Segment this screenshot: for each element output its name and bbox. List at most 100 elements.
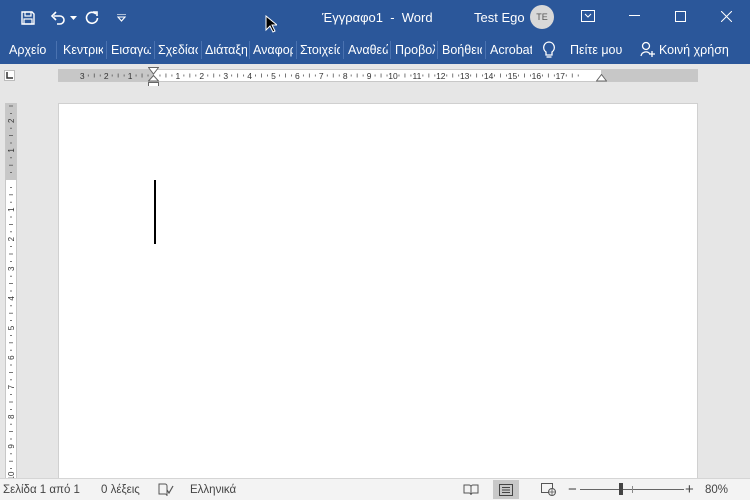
ruler-label: 13: [460, 71, 470, 81]
print-layout-icon: [499, 483, 513, 496]
window-title: Έγγραφο1 - Word: [322, 10, 433, 25]
word-count[interactable]: 0 λέξεις: [101, 484, 140, 496]
ruler-label: 1: [128, 71, 133, 81]
share-button[interactable]: Κοινή χρήση: [659, 43, 729, 57]
zoom-slider-center-mark: [632, 486, 633, 493]
document-page[interactable]: [58, 103, 698, 478]
tab-mailings[interactable]: Στοιχεία: [300, 43, 340, 57]
mouse-pointer-icon: [265, 15, 277, 33]
tab-separator: [437, 41, 438, 59]
ruler-label: 8: [7, 414, 16, 419]
read-mode-button[interactable]: [458, 480, 484, 499]
ruler-label: 17: [556, 71, 566, 81]
ruler-label: 15: [508, 71, 518, 81]
save-icon: [21, 11, 35, 25]
tell-me-search[interactable]: Πείτε μου: [570, 43, 622, 57]
ruler-label: 11: [412, 71, 421, 81]
tab-layout[interactable]: Διάταξη: [205, 43, 247, 57]
ruler-label: 4: [247, 71, 252, 81]
ruler-label: 6: [7, 355, 16, 360]
right-indent-marker[interactable]: [596, 74, 607, 82]
ruler-label: 7: [319, 71, 324, 81]
tab-review[interactable]: Αναθεώρηση: [348, 43, 388, 57]
zoom-slider-thumb[interactable]: [619, 483, 623, 495]
page-count[interactable]: Σελίδα 1 από 1: [3, 484, 80, 496]
tab-separator: [296, 41, 297, 59]
minimize-icon: [628, 15, 640, 16]
zoom-level[interactable]: 80%: [705, 484, 728, 496]
print-layout-button[interactable]: [493, 480, 519, 499]
left-tab-icon: [6, 72, 13, 79]
customize-qat-icon: [116, 14, 126, 22]
tab-separator: [106, 41, 107, 59]
redo-button[interactable]: [82, 6, 102, 30]
zoom-in-button[interactable]: +: [685, 481, 694, 498]
ruler-label: 3: [223, 71, 228, 81]
text-cursor: [154, 180, 156, 244]
vertical-ruler[interactable]: 2 1 1 2 3 4 5 6 7 8 9 10: [5, 103, 17, 478]
ruler-label: 2: [104, 71, 109, 81]
tab-separator: [343, 41, 344, 59]
zoom-out-button[interactable]: −: [568, 481, 577, 498]
ruler-label: 6: [295, 71, 300, 81]
tab-file[interactable]: Αρχείο: [9, 43, 53, 57]
language-indicator[interactable]: Ελληνικά: [190, 484, 236, 496]
web-layout-icon: [540, 483, 556, 496]
ribbon-display-options-button[interactable]: [565, 0, 611, 32]
tab-selector-button[interactable]: [4, 70, 15, 81]
tab-separator: [154, 41, 155, 59]
ruler-label: 7: [7, 384, 16, 389]
ruler-label: 2: [199, 71, 204, 81]
ruler-label: 16: [532, 71, 542, 81]
ruler-label: 9: [7, 444, 16, 449]
tab-acrobat[interactable]: Acrobat: [490, 43, 532, 57]
tab-separator: [56, 41, 57, 59]
web-layout-button[interactable]: [535, 480, 561, 499]
tab-references[interactable]: Αναφορές: [253, 43, 293, 57]
title-bar: Έγγραφο1 - Word Test Ego TE: [0, 0, 750, 36]
close-button[interactable]: [703, 0, 749, 32]
tab-separator: [249, 41, 250, 59]
ruler-label: 2: [7, 118, 16, 123]
ruler-label: 9: [367, 71, 372, 81]
proofing-icon[interactable]: [158, 483, 174, 497]
save-button[interactable]: [16, 6, 40, 30]
ruler-label: 2: [7, 236, 16, 241]
ribbon-tabs: Αρχείο Κεντρική Εισαγωγή Σχεδίαση Διάταξ…: [0, 36, 750, 64]
minimize-button[interactable]: [611, 0, 657, 32]
tab-design[interactable]: Σχεδίαση: [158, 43, 198, 57]
customize-qat-button[interactable]: [114, 6, 128, 30]
ruler-label: 5: [7, 325, 16, 330]
undo-dropdown-button[interactable]: [68, 6, 78, 30]
ruler-label: 4: [7, 296, 16, 301]
ruler-label: 12: [436, 71, 446, 81]
status-bar: Σελίδα 1 από 1 0 λέξεις Ελληνικά − + 80%: [0, 478, 750, 500]
maximize-button[interactable]: [657, 0, 703, 32]
redo-icon: [85, 11, 99, 25]
user-name[interactable]: Test Ego: [474, 10, 525, 25]
ruler-label: 1: [7, 148, 16, 153]
ruler-label: 5: [271, 71, 276, 81]
avatar[interactable]: TE: [530, 5, 554, 29]
ruler-label: 8: [343, 71, 348, 81]
undo-icon: [50, 11, 65, 25]
book-icon: [463, 484, 479, 495]
lightbulb-icon[interactable]: [542, 41, 556, 59]
close-icon: [720, 10, 732, 22]
tab-separator: [201, 41, 202, 59]
tab-help[interactable]: Βοήθεια: [442, 43, 482, 57]
ruler-label: 14: [484, 71, 494, 81]
tab-view[interactable]: Προβολή: [395, 43, 435, 57]
maximize-icon: [674, 10, 686, 22]
tab-separator: [485, 41, 486, 59]
ruler-label: 3: [80, 71, 85, 81]
vertical-ruler-ticks: 2 1 1 2 3 4 5 6 7 8 9 10: [7, 105, 16, 478]
tab-insert[interactable]: Εισαγωγή: [111, 43, 151, 57]
ribbon-display-icon: [581, 10, 595, 22]
tab-home[interactable]: Κεντρική: [63, 43, 103, 57]
ruler-label: 1: [176, 71, 181, 81]
undo-button[interactable]: [48, 6, 68, 30]
ruler-label: 10: [7, 471, 16, 478]
ruler-label: 3: [7, 266, 16, 271]
share-person-icon[interactable]: [640, 41, 656, 58]
